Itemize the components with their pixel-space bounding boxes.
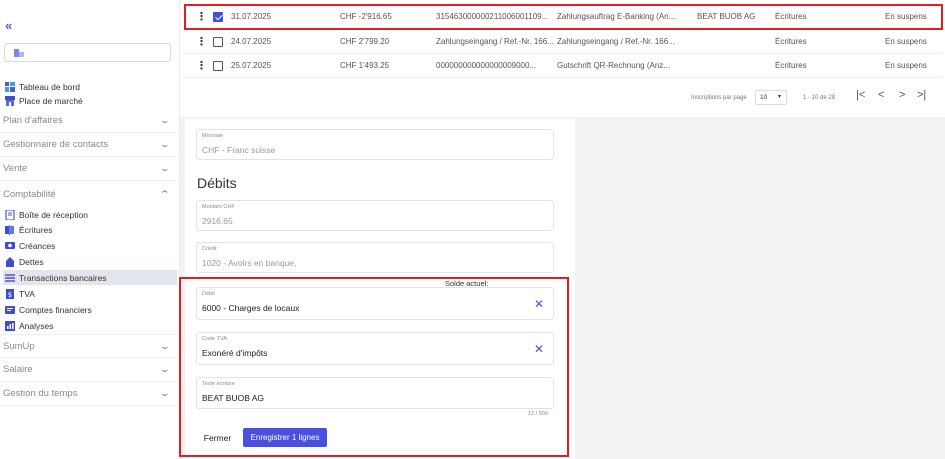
section-accounting-label: Comptabilité [3,188,56,200]
row-checkbox[interactable] [213,61,223,71]
nav-marketplace-label: Place de marché [19,96,83,106]
amount-value: 2916.65 [202,216,233,226]
per-page-select[interactable]: 10 ▾ [755,90,787,105]
chevron-down-icon: ⌄ [159,364,171,374]
dashboard-icon [5,82,15,92]
chevron-down-icon: ⌄ [159,340,171,351]
page-range: 1 - 10 de 28 [803,95,836,101]
credit-field[interactable]: Crédit 1020 - Avoirs en banque, [196,242,554,273]
section-salary[interactable]: Salaire ⌄ [0,358,180,382]
cell-type: Écritures [775,37,807,46]
per-page-label: Inscriptions par page [691,95,747,101]
cell-date: 24.07.2025 [231,37,272,46]
analytics-icon [5,320,15,331]
section-sales[interactable]: Vente ⌄ [0,157,180,181]
sidebar-item-inbox[interactable]: Boîte de réception [5,207,179,222]
sidebar-item-financial-accounts-label: Comptes financiers [19,304,92,315]
section-time-management-label: Gestion du temps [3,388,78,399]
pagination: Inscriptions par page 10 ▾ 1 - 10 de 28 … [183,87,941,107]
credit-label: Crédit [202,246,217,252]
table-row[interactable]: ⋮ 24.07.2025 CHF 2'799.20 Zahlungseingan… [183,30,941,54]
first-page-icon[interactable]: |< [856,89,865,101]
row-checkbox[interactable] [213,37,223,47]
cell-status: En suspens [885,61,927,70]
chevron-down-icon: ⌄ [159,388,171,398]
section-salary-label: Salaire [3,364,33,375]
sidebar-item-receivables-label: Créances [19,240,56,251]
collapse-sidebar-button[interactable]: « [5,18,12,33]
credit-value: 1020 - Avoirs en banque, [202,258,297,268]
receivables-icon [5,241,15,251]
chevron-down-icon: ⌄ [159,115,171,125]
sidebar-item-receivables[interactable]: Créances [5,238,179,253]
svg-text:$: $ [8,291,12,299]
tax-icon: $ [5,288,15,299]
section-time-management[interactable]: Gestion du temps ⌄ [0,382,180,406]
sidebar-item-financial-accounts[interactable]: Comptes financiers [5,302,179,317]
currency-field[interactable]: Monnaie CHF - Franc suisse [196,129,554,160]
cell-status: En suspens [885,37,927,46]
table-row[interactable]: ⋮ 25.07.2025 CHF 1'493.25 00000000000000… [183,54,941,78]
amount-label: Montant CHF [202,204,235,210]
cell-amount: CHF 2'799.20 [340,37,390,46]
chevron-down-icon: ⌄ [159,139,171,149]
selected-row-highlight [184,4,943,30]
section-business-plan[interactable]: Plan d'affaires ⌄ [0,109,180,133]
cell-type: Écritures [775,61,807,70]
per-page-value: 10 [760,94,768,101]
nav-dashboard-label: Tableau de bord [19,82,80,92]
cell-reference: Zahlungseingang / Ref.-Nr. 166... [436,37,554,46]
store-icon [5,96,15,106]
cell-amount: CHF 1'493.25 [340,61,390,70]
prev-page-icon[interactable]: < [878,89,884,101]
amount-field[interactable]: Montant CHF 2916.65 [196,200,554,231]
sidebar-item-bank-transactions[interactable]: Transactions bancaires [3,270,177,285]
cell-reference: 000000000000000009000... [436,61,537,70]
sidebar-item-bank-transactions-label: Transactions bancaires [19,272,107,283]
nav-dashboard[interactable]: Tableau de bord [5,80,175,94]
cell-date: 25.07.2025 [231,61,272,70]
debits-title: Débits [197,175,237,191]
section-accounting[interactable]: Comptabilité ⌃ [0,182,180,206]
currency-label: Monnaie [202,133,224,139]
row-menu-icon[interactable]: ⋮ [196,35,207,48]
sidebar: « Tableau de bord Place de marché Plan d… [0,0,180,459]
next-page-icon[interactable]: > [899,89,905,101]
sidebar-item-entries-label: Écritures [19,224,53,235]
section-contacts-label: Gestionnaire de contacts [3,139,109,150]
sidebar-item-vat-label: TVA [19,288,35,299]
last-page-icon[interactable]: >| [917,89,926,101]
cell-text: Zahlungseingang / Ref.-Nr. 166... [557,37,675,46]
nav-marketplace[interactable]: Place de marché [5,94,175,108]
section-sales-label: Vente [3,163,28,174]
section-sumup[interactable]: SumUp ⌄ [0,334,180,358]
sidebar-item-debts-label: Dettes [19,256,44,267]
chevron-up-icon: ⌃ [159,188,171,199]
chevron-down-icon: ⌄ [159,163,171,173]
sidebar-item-analytics[interactable]: Analyses [5,318,179,333]
section-contacts[interactable]: Gestionnaire de contacts ⌄ [0,133,180,157]
debts-icon [5,256,15,267]
section-sumup-label: SumUp [3,340,35,352]
accounts-icon [5,305,15,315]
building-icon [14,49,24,57]
sidebar-item-analytics-label: Analyses [19,320,54,331]
book-icon [5,224,15,235]
sidebar-item-debts[interactable]: Dettes [5,254,179,269]
sidebar-item-inbox-label: Boîte de réception [19,209,88,220]
inbox-icon [5,208,15,221]
section-business-plan-label: Plan d'affaires [3,115,63,126]
bank-transactions-icon [5,273,15,283]
cell-text: Gutschrift QR-Rechnung (Anz... [557,61,670,70]
form-highlight [179,277,569,457]
company-select[interactable] [4,43,171,62]
sidebar-item-entries[interactable]: Écritures [5,222,179,237]
sidebar-item-vat[interactable]: $ TVA [5,286,179,301]
row-menu-icon[interactable]: ⋮ [196,59,207,72]
currency-value: CHF - Franc suisse [202,145,276,155]
dropdown-caret-icon: ▾ [777,94,781,100]
